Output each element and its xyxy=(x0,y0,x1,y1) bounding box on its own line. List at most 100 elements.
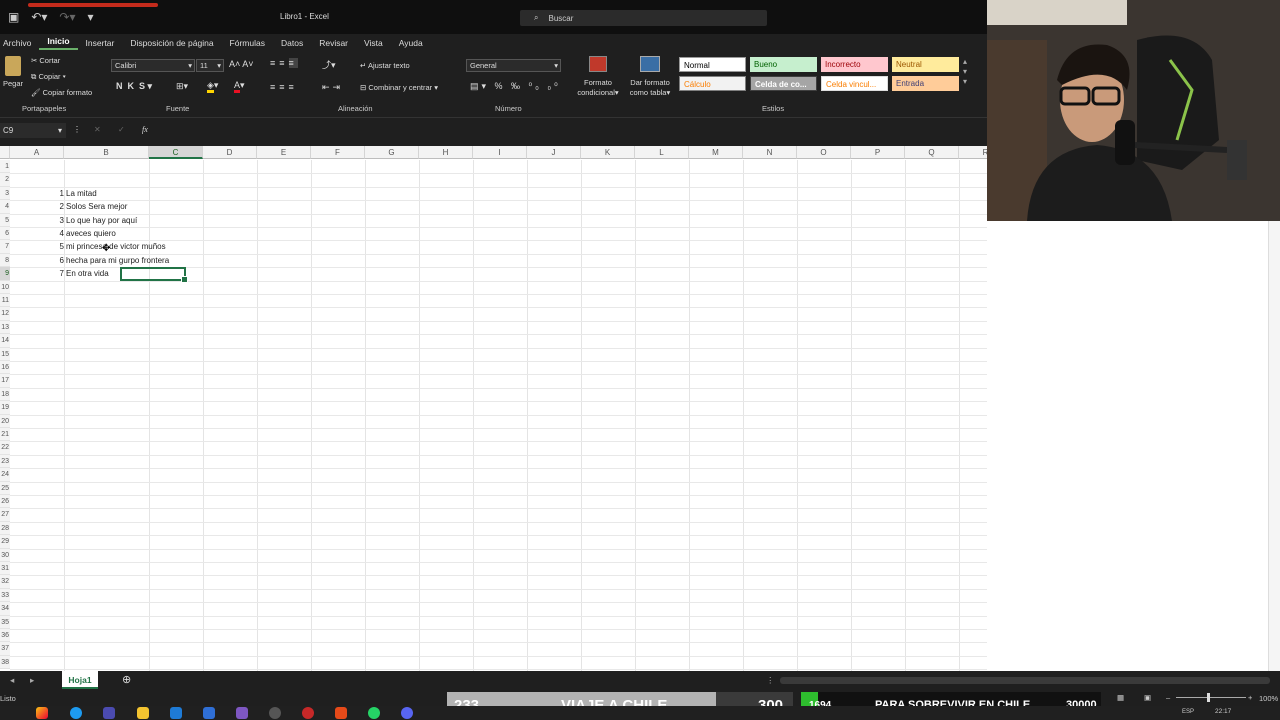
style-neutral[interactable]: Neutral xyxy=(892,57,959,72)
row-header-7[interactable]: 7 xyxy=(0,240,10,254)
app-icon-5[interactable] xyxy=(170,707,182,719)
tab-revisar[interactable]: Revisar xyxy=(311,38,356,48)
font-name-select[interactable]: Calibri ▾ xyxy=(111,59,195,72)
zoom-out-icon[interactable]: – xyxy=(1166,693,1170,702)
column-header-o[interactable]: O xyxy=(797,146,851,159)
cell-a6[interactable]: 4 xyxy=(40,229,64,238)
row-header-3[interactable]: 3 xyxy=(0,186,10,201)
styles-scroll-icon[interactable]: ▴ ▾ ▾ xyxy=(963,57,967,87)
font-size-select[interactable]: 11 ▾ xyxy=(196,59,224,72)
row-header-10[interactable]: 10 xyxy=(0,280,10,294)
vertical-align-icons[interactable]: ≡≡≡ xyxy=(270,58,298,68)
row-header-5[interactable]: 5 xyxy=(0,213,10,227)
row-header-18[interactable]: 18 xyxy=(0,387,10,402)
tab-formulas[interactable]: Fórmulas xyxy=(222,38,273,48)
row-header-19[interactable]: 19 xyxy=(0,401,10,415)
app-icon-1[interactable] xyxy=(36,707,48,719)
cell-b3[interactable]: La mitad xyxy=(66,189,97,198)
number-format-select[interactable]: General ▾ xyxy=(466,59,561,72)
column-header-i[interactable]: I xyxy=(473,146,527,159)
tab-archivo[interactable]: Archivo xyxy=(0,38,39,48)
edge-icon[interactable] xyxy=(70,707,82,719)
bold-button[interactable]: N K S ▾ xyxy=(116,81,152,92)
app-icon-7[interactable] xyxy=(236,707,248,719)
row-header-21[interactable]: 21 xyxy=(0,428,10,442)
row-header-9[interactable]: 9 xyxy=(0,267,10,281)
row-header-2[interactable]: 2 xyxy=(0,173,10,187)
tab-datos[interactable]: Datos xyxy=(273,38,311,48)
column-header-k[interactable]: K xyxy=(581,146,635,159)
cell-a5[interactable]: 3 xyxy=(40,216,64,225)
app-icon-3[interactable] xyxy=(103,707,115,719)
fill-color-icon[interactable]: ◈▾ xyxy=(207,80,218,93)
tab-ayuda[interactable]: Ayuda xyxy=(391,38,431,48)
column-header-l[interactable]: L xyxy=(635,146,689,159)
cell-b4[interactable]: Solos Sera mejor xyxy=(66,202,127,211)
zoom-in-icon[interactable]: + xyxy=(1248,693,1252,702)
column-header-e[interactable]: E xyxy=(257,146,311,159)
select-all-corner[interactable] xyxy=(0,146,10,159)
wrap-text-button[interactable]: ↵ Ajustar texto xyxy=(360,61,410,70)
table-format-button[interactable]: Dar formato como tabla▾ xyxy=(624,78,676,98)
style-normal[interactable]: Normal xyxy=(679,57,746,72)
row-header-11[interactable]: 11 xyxy=(0,294,10,308)
customize-toolbar-icon[interactable]: ▾ xyxy=(88,10,94,24)
cell-b9[interactable]: En otra vida xyxy=(66,269,109,278)
style-calculo[interactable]: Cálculo xyxy=(679,76,746,91)
cell-a9[interactable]: 7 xyxy=(40,269,64,278)
app-icon-9[interactable] xyxy=(302,707,314,719)
row-header-13[interactable]: 13 xyxy=(0,320,10,335)
row-header-23[interactable]: 23 xyxy=(0,454,10,469)
column-header-j[interactable]: J xyxy=(527,146,581,159)
row-header-6[interactable]: 6 xyxy=(0,227,10,241)
borders-icon[interactable]: ⊞▾ xyxy=(176,81,188,92)
paste-button[interactable]: Pegar xyxy=(3,79,23,88)
cell-a7[interactable]: 5 xyxy=(40,242,64,251)
paste-icon[interactable] xyxy=(5,56,21,76)
undo-icon[interactable]: ↶▾ xyxy=(31,10,47,24)
style-entrada[interactable]: Entrada xyxy=(892,76,959,91)
row-header-20[interactable]: 20 xyxy=(0,414,10,428)
row-header-38[interactable]: 38 xyxy=(0,655,10,670)
conditional-format-icon[interactable] xyxy=(589,56,607,72)
style-celda-vinculada[interactable]: Celda vincul... xyxy=(821,76,888,91)
row-header-22[interactable]: 22 xyxy=(0,441,10,455)
cell-b7[interactable]: mi princesa de victor muños xyxy=(66,242,166,251)
horizontal-scrollbar[interactable] xyxy=(780,677,1270,684)
brave-icon[interactable] xyxy=(335,707,347,719)
row-header-36[interactable]: 36 xyxy=(0,629,10,643)
row-header-12[interactable]: 12 xyxy=(0,307,10,321)
row-header-34[interactable]: 34 xyxy=(0,602,10,616)
row-header-30[interactable]: 30 xyxy=(0,548,10,562)
whatsapp-icon[interactable] xyxy=(368,707,380,719)
cell-b8[interactable]: hecha para mi gurpo frontera xyxy=(66,256,169,265)
save-icon[interactable]: ▣ xyxy=(8,10,19,24)
column-header-h[interactable]: H xyxy=(419,146,473,159)
zoom-slider[interactable] xyxy=(1176,697,1246,698)
row-header-32[interactable]: 32 xyxy=(0,575,10,589)
column-header-c[interactable]: C xyxy=(149,146,203,159)
sheet-tab-hoja1[interactable]: Hoja1 xyxy=(62,671,98,689)
style-bueno[interactable]: Bueno xyxy=(750,57,817,72)
clock[interactable]: 22:17 xyxy=(1215,708,1231,715)
cell-a8[interactable]: 6 xyxy=(40,256,64,265)
row-header-29[interactable]: 29 xyxy=(0,535,10,549)
row-header-33[interactable]: 33 xyxy=(0,588,10,603)
page-layout-icon[interactable]: ▣ xyxy=(1144,693,1151,702)
language-indicator[interactable]: ESP xyxy=(1182,709,1194,715)
number-format-icons[interactable]: ▤▾ % ‰ ⁰₀ ₀⁰ xyxy=(470,81,561,92)
row-header-17[interactable]: 17 xyxy=(0,374,10,388)
font-color-icon[interactable]: A▾ xyxy=(234,80,245,93)
row-header-16[interactable]: 16 xyxy=(0,361,10,375)
row-header-24[interactable]: 24 xyxy=(0,468,10,482)
row-header-35[interactable]: 35 xyxy=(0,615,10,629)
tab-disposicion[interactable]: Disposición de página xyxy=(122,38,221,48)
column-header-r[interactable]: R xyxy=(959,146,987,159)
row-header-14[interactable]: 14 xyxy=(0,334,10,348)
cancel-icon[interactable]: ✕ xyxy=(94,125,101,134)
style-celda-comprobacion[interactable]: Celda de co... xyxy=(750,76,817,91)
column-header-b[interactable]: B xyxy=(64,146,149,159)
active-cell-c9[interactable] xyxy=(120,267,188,284)
formula-input[interactable] xyxy=(158,123,987,138)
app-icon-8[interactable] xyxy=(269,707,281,719)
